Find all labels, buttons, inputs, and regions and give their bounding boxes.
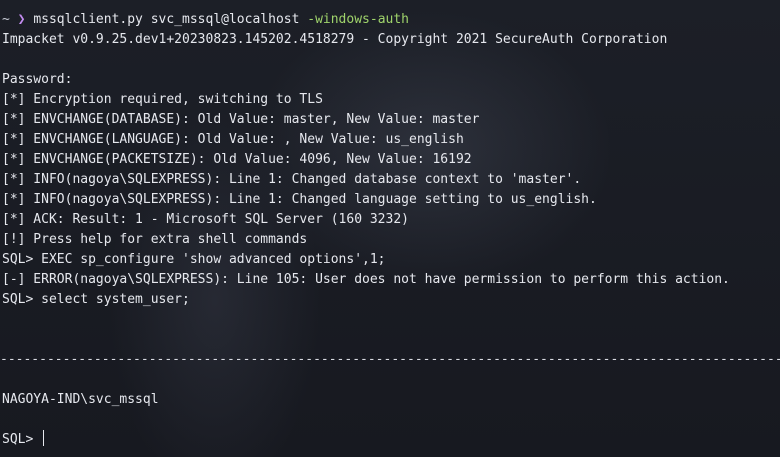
output-line-envchange-packetsize: [*] ENVCHANGE(PACKETSIZE): Old Value: 40…	[2, 152, 472, 167]
query-result: NAGOYA-IND\svc_mssql	[2, 392, 159, 407]
output-line-info-language: [*] INFO(nagoya\SQLEXPRESS): Line 1: Cha…	[2, 192, 597, 207]
output-line-envchange-database: [*] ENVCHANGE(DATABASE): Old Value: mast…	[2, 112, 480, 127]
output-line-sql-select: SQL> select system_user;	[2, 292, 190, 307]
output-line-ack: [*] ACK: Result: 1 - Microsoft SQL Serve…	[2, 212, 409, 227]
sql-input-line[interactable]: SQL>	[2, 430, 45, 450]
sql-prompt: SQL>	[2, 432, 42, 447]
output-line-encryption: [*] Encryption required, switching to TL…	[2, 92, 323, 107]
result-separator: ----------------------------------------…	[0, 352, 780, 367]
output-line-info-database: [*] INFO(nagoya\SQLEXPRESS): Line 1: Cha…	[2, 172, 582, 187]
output-line-help-hint: [!] Press help for extra shell commands	[2, 232, 308, 247]
output-line-sql-exec: SQL> EXEC sp_configure 'show advanced op…	[2, 252, 386, 267]
text-cursor	[43, 430, 45, 446]
output-line-envchange-language: [*] ENVCHANGE(LANGUAGE): Old Value: , Ne…	[2, 132, 464, 147]
output-line-banner: Impacket v0.9.25.dev1+20230823.145202.45…	[2, 32, 668, 47]
home-directory-indicator: ~	[2, 12, 10, 27]
shell-prompt-line: ~ ❯ mssqlclient.py svc_mssql@localhost -…	[2, 10, 409, 30]
output-line-password: Password:	[2, 72, 73, 87]
terminal-window[interactable]: ~ ❯ mssqlclient.py svc_mssql@localhost -…	[0, 0, 780, 457]
output-line-error: [-] ERROR(nagoya\SQLEXPRESS): Line 105: …	[2, 272, 730, 287]
command-flag: -windows-auth	[307, 12, 409, 27]
shell-command: mssqlclient.py svc_mssql@localhost	[33, 12, 300, 27]
prompt-chevron-icon: ❯	[17, 12, 26, 27]
